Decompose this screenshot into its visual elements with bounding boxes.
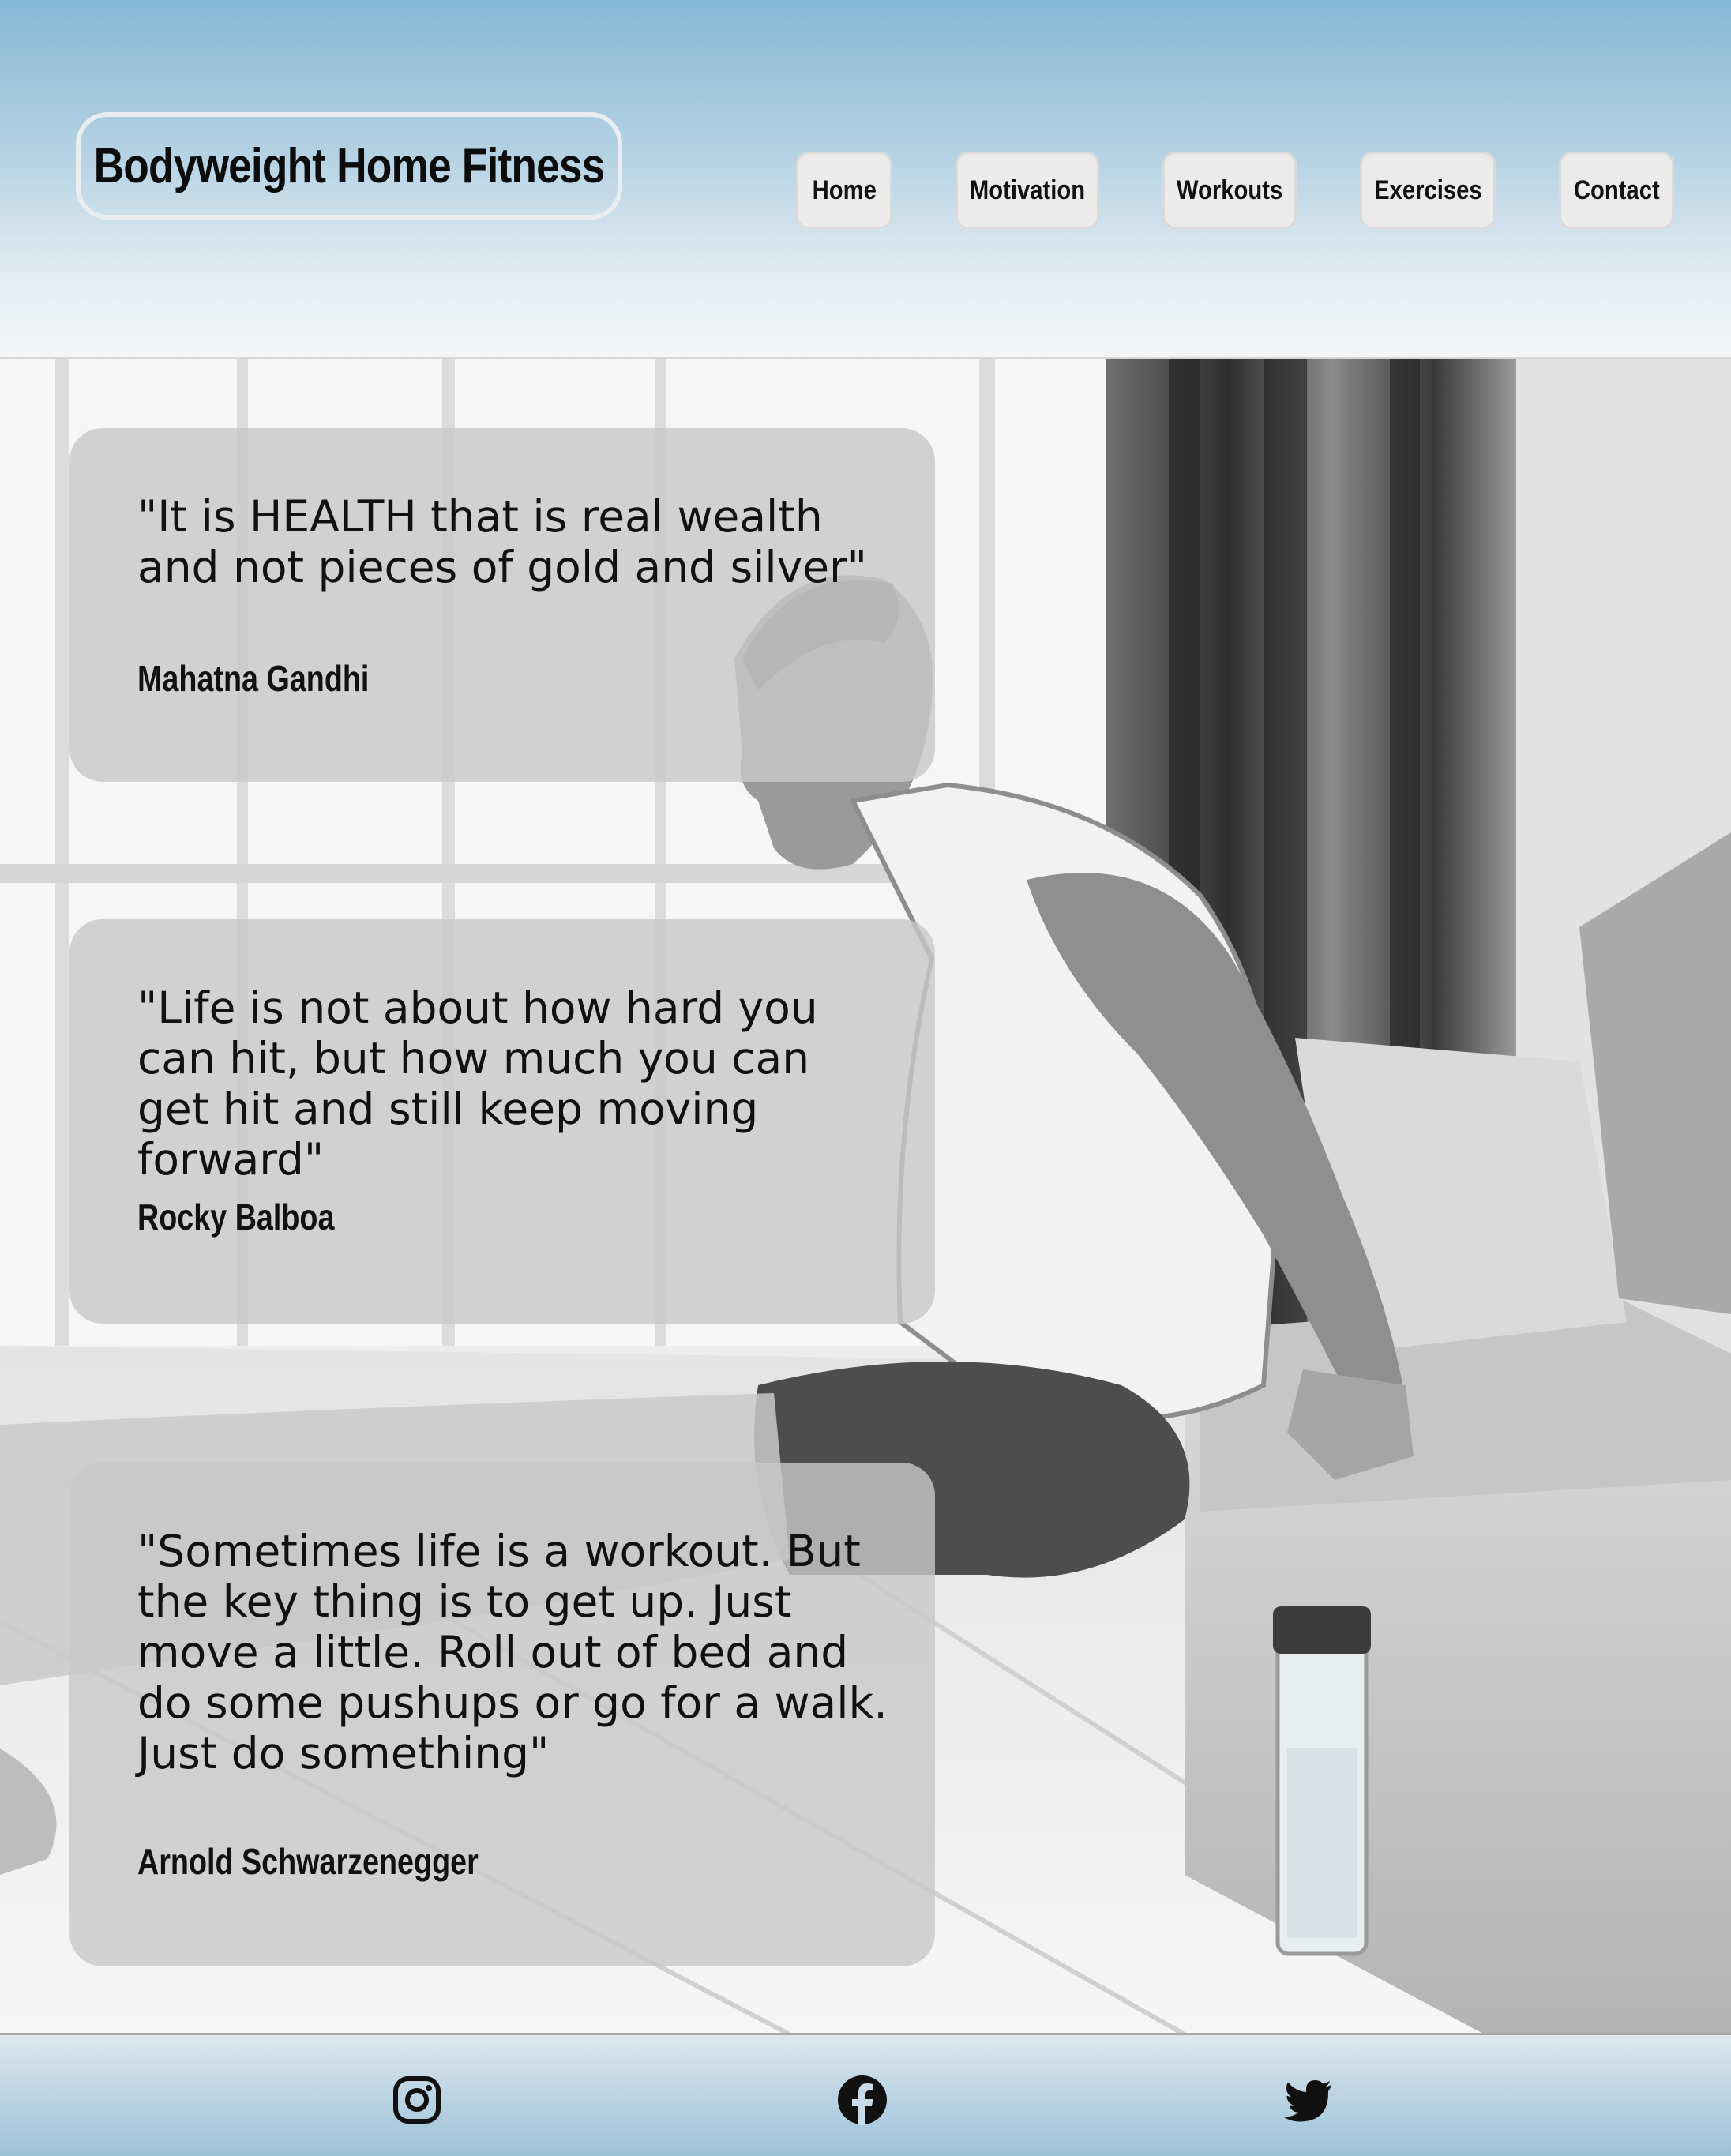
nav-exercises-button[interactable]: Exercises bbox=[1360, 152, 1496, 229]
site-header: Bodyweight Home Fitness Home Motivation … bbox=[0, 0, 1731, 357]
quote-card-3: "Sometimes life is a workout. But the ke… bbox=[69, 1463, 935, 1966]
motivation-hero: "It is HEALTH that is real wealth and no… bbox=[0, 357, 1731, 2033]
site-footer bbox=[0, 2033, 1731, 2156]
nav-home-label: Home bbox=[812, 175, 877, 205]
twitter-icon[interactable] bbox=[1282, 2075, 1333, 2125]
nav-home-button[interactable]: Home bbox=[796, 152, 892, 229]
quote-author: Rocky Balboa bbox=[137, 1196, 335, 1238]
nav-contact-label: Contact bbox=[1573, 175, 1660, 205]
site-logo[interactable]: Bodyweight Home Fitness bbox=[76, 112, 622, 220]
nav-workouts-button[interactable]: Workouts bbox=[1162, 152, 1297, 229]
quote-author: Mahatna Gandhi bbox=[137, 658, 370, 699]
nav-motivation-label: Motivation bbox=[969, 175, 1086, 205]
quote-text: "It is HEALTH that is real wealth and no… bbox=[137, 491, 867, 592]
nav-contact-button[interactable]: Contact bbox=[1559, 152, 1674, 229]
nav-motivation-button[interactable]: Motivation bbox=[956, 152, 1099, 229]
quote-card-2: "Life is not about how hard you can hit,… bbox=[69, 919, 935, 1324]
quote-author: Arnold Schwarzenegger bbox=[137, 1841, 479, 1882]
nav-workouts-label: Workouts bbox=[1176, 175, 1283, 205]
quote-card-1: "It is HEALTH that is real wealth and no… bbox=[69, 428, 935, 782]
quote-text: "Life is not about how hard you can hit,… bbox=[137, 982, 818, 1185]
instagram-icon[interactable] bbox=[392, 2075, 442, 2125]
site-title: Bodyweight Home Fitness bbox=[93, 138, 606, 193]
facebook-icon[interactable] bbox=[837, 2075, 888, 2125]
nav-exercises-label: Exercises bbox=[1373, 175, 1482, 205]
quote-text: "Sometimes life is a workout. But the ke… bbox=[137, 1526, 888, 1779]
